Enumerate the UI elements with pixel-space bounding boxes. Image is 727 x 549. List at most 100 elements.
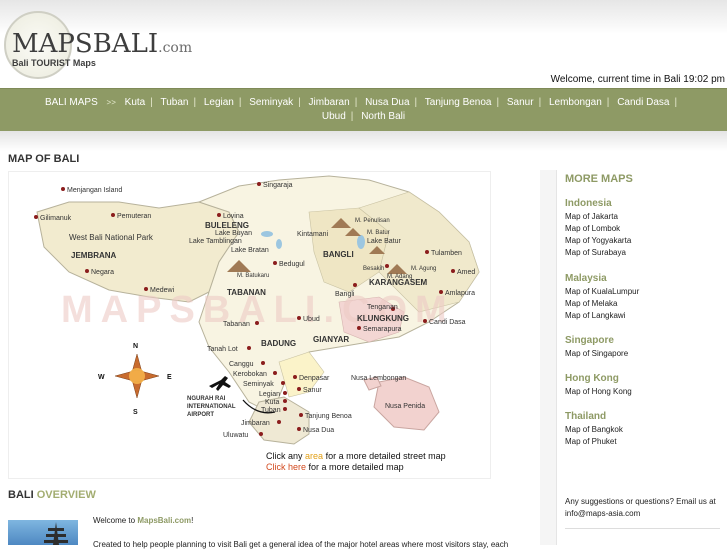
welcome-text: Welcome to	[93, 516, 136, 525]
label-lake-tamblingan[interactable]: Lake Tamblingan	[189, 238, 242, 245]
label-gilimanuk[interactable]: Gilimanuk	[40, 215, 72, 222]
label-lovina[interactable]: Lovina	[223, 213, 244, 220]
label-lake-buyan[interactable]: Lake Buyan	[215, 230, 252, 237]
label-legian[interactable]: Legian	[259, 391, 280, 398]
label-buleleng[interactable]: BULELENG	[205, 221, 249, 230]
overview-title-b: OVERVIEW	[36, 489, 96, 501]
label-bangli-town[interactable]: Bangli	[335, 291, 355, 298]
label-karangasem[interactable]: KARANGASEM	[369, 278, 428, 287]
label-besakih[interactable]: Besakih	[363, 266, 384, 272]
lake-buyan	[261, 231, 273, 237]
map-link[interactable]: Map of Lombok	[565, 223, 631, 235]
group-heading[interactable]: Thailand	[565, 411, 623, 423]
group-singapore: Singapore Map of Singapore	[565, 335, 628, 360]
site-logo[interactable]: MAPSBALI.com Bali TOURIST Maps	[4, 11, 192, 81]
label-west-park[interactable]: West Bali National Park	[69, 233, 154, 242]
dot-uluwatu	[259, 432, 263, 436]
label-amlapura[interactable]: Amlapura	[445, 290, 475, 297]
label-tabanan-town[interactable]: Tabanan	[223, 321, 250, 328]
label-bangli-region[interactable]: BANGLI	[323, 250, 354, 259]
label-denpasar[interactable]: Denpasar	[299, 375, 330, 382]
group-heading[interactable]: Malaysia	[565, 273, 639, 285]
label-uluwatu[interactable]: Uluwatu	[223, 432, 248, 439]
dot-singaraja	[257, 182, 261, 186]
column-divider	[556, 170, 557, 545]
nav-nusa-dua[interactable]: Nusa Dua	[365, 97, 409, 108]
dot-pemuteran	[111, 213, 115, 217]
label-tanjung-benoa[interactable]: Tanjung Benoa	[305, 413, 352, 420]
label-tanah-lot[interactable]: Tanah Lot	[207, 346, 238, 353]
label-canggu[interactable]: Canggu	[229, 361, 254, 368]
nav-tanjung-benoa[interactable]: Tanjung Benoa	[425, 97, 492, 108]
label-m-penulisan[interactable]: M. Penulisan	[355, 218, 390, 224]
label-kerobokan[interactable]: Kerobokan	[233, 371, 267, 378]
label-jembrana[interactable]: JEMBRANA	[71, 251, 117, 260]
map-link[interactable]: Map of Surabaya	[565, 247, 631, 259]
label-jimbaran[interactable]: Jimbaran	[241, 420, 270, 427]
label-m-agung[interactable]: M. Agung	[411, 266, 436, 272]
label-negara[interactable]: Negara	[91, 269, 114, 276]
label-tulamben[interactable]: Tulamben	[431, 250, 462, 257]
group-heading[interactable]: Indonesia	[565, 198, 631, 210]
airplane-icon	[209, 376, 231, 391]
nav-kuta[interactable]: Kuta	[125, 97, 146, 108]
label-singaraja[interactable]: Singaraja	[263, 182, 293, 189]
nav-ubud[interactable]: Ubud	[322, 111, 346, 122]
label-pemuteran[interactable]: Pemuteran	[117, 213, 151, 220]
nav-sanur[interactable]: Sanur	[507, 97, 534, 108]
nav-tuban[interactable]: Tuban	[160, 97, 188, 108]
area-link[interactable]: area	[305, 451, 323, 461]
site-link[interactable]: MapsBali.com	[137, 516, 191, 525]
label-airport-1[interactable]: NGURAH RAI	[187, 396, 226, 402]
map-link[interactable]: Map of KualaLumpur	[565, 286, 639, 298]
nav-north-bali[interactable]: North Bali	[361, 111, 405, 122]
label-candi-dasa[interactable]: Candi Dasa	[429, 319, 466, 326]
map-link[interactable]: Map of Bangkok	[565, 424, 623, 436]
click-here-link[interactable]: Click here	[266, 462, 306, 472]
nav-lembongan[interactable]: Lembongan	[549, 97, 602, 108]
map-link[interactable]: Map of Phuket	[565, 436, 623, 448]
label-nusa-lembongan[interactable]: Nusa Lembongan	[351, 375, 406, 382]
label-nusa-dua[interactable]: Nusa Dua	[303, 427, 334, 434]
map-link[interactable]: Map of Melaka	[565, 298, 639, 310]
label-ubud[interactable]: Ubud	[303, 316, 320, 323]
nav-jimbaran[interactable]: Jimbaran	[309, 97, 350, 108]
label-m-batur[interactable]: M. Batur	[367, 230, 390, 236]
compass-s: S	[133, 409, 138, 416]
label-kuta[interactable]: Kuta	[265, 399, 280, 406]
label-gianyar[interactable]: GIANYAR	[313, 335, 349, 344]
label-amed[interactable]: Amed	[457, 269, 475, 276]
nav-seminyak[interactable]: Seminyak	[249, 97, 293, 108]
label-medewi[interactable]: Medewi	[150, 287, 175, 294]
nav-separator: |	[238, 97, 242, 108]
label-lake-batur[interactable]: Lake Batur	[367, 238, 402, 245]
label-nusa-penida[interactable]: Nusa Penida	[385, 403, 425, 410]
bali-map[interactable]: MAPSBALI.COM Menjangan Island Gilimanuk …	[8, 171, 491, 479]
label-semarapura[interactable]: Semarapura	[363, 326, 402, 333]
label-tabanan-region[interactable]: TABANAN	[227, 288, 266, 297]
label-airport-3[interactable]: AIRPORT	[187, 412, 214, 418]
label-bedugul[interactable]: Bedugul	[279, 261, 305, 268]
map-link[interactable]: Map of Yogyakarta	[565, 235, 631, 247]
label-seminyak[interactable]: Seminyak	[243, 381, 274, 388]
label-menjangan[interactable]: Menjangan Island	[67, 187, 122, 194]
label-airport-2[interactable]: INTERNATIONAL	[187, 404, 236, 410]
label-m-batukaru[interactable]: M. Batukaru	[237, 273, 269, 279]
nav-arrow: >>	[106, 98, 116, 107]
map-link[interactable]: Map of Hong Kong	[565, 386, 632, 398]
nav-legian[interactable]: Legian	[204, 97, 234, 108]
group-heading[interactable]: Singapore	[565, 335, 628, 347]
label-klungkung[interactable]: KLUNGKUNG	[357, 314, 409, 323]
label-lake-bratan[interactable]: Lake Bratan	[231, 247, 269, 254]
group-heading[interactable]: Hong Kong	[565, 373, 632, 385]
label-sanur[interactable]: Sanur	[303, 387, 322, 394]
map-link[interactable]: Map of Jakarta	[565, 211, 631, 223]
label-badung[interactable]: BADUNG	[261, 339, 296, 348]
logo-tagline: Bali TOURIST Maps	[12, 58, 96, 68]
map-link[interactable]: Map of Langkawi	[565, 310, 639, 322]
label-kintamani[interactable]: Kintamani	[297, 231, 329, 238]
label-tenganan[interactable]: Tenganan	[367, 304, 398, 311]
nav-bali-maps[interactable]: BALI MAPS	[45, 97, 98, 108]
nav-candi-dasa[interactable]: Candi Dasa	[617, 97, 669, 108]
map-link[interactable]: Map of Singapore	[565, 348, 628, 360]
